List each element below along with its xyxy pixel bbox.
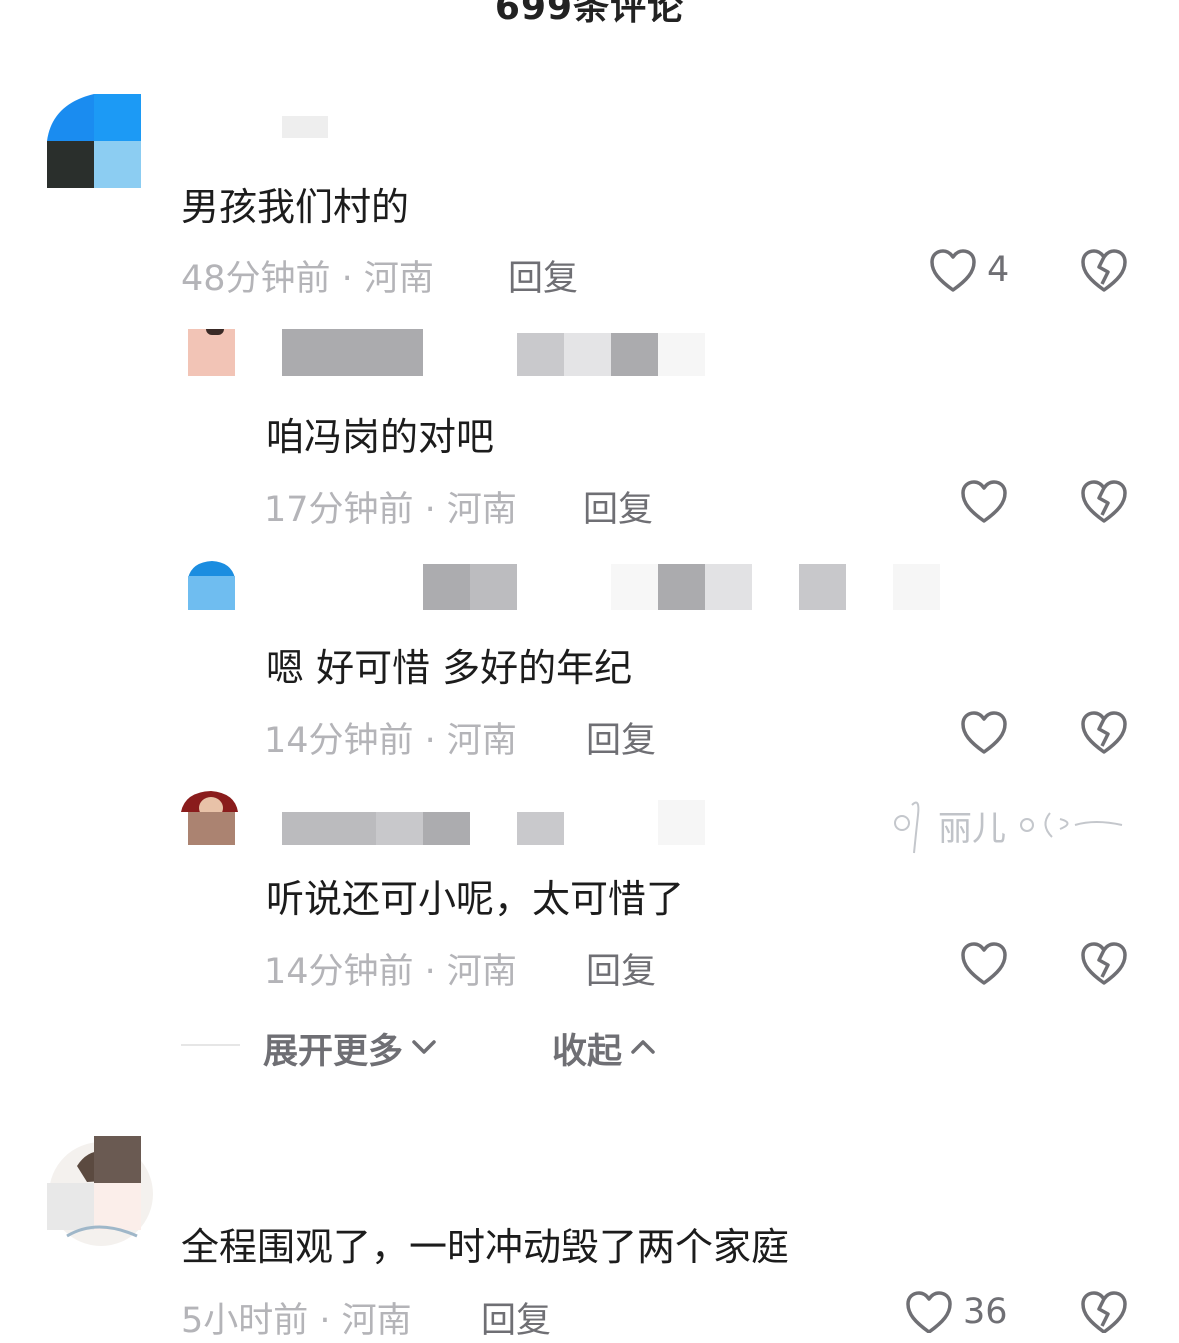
like-count: 36 [963,1292,1008,1332]
expand-more-button[interactable]: 展开更多 [263,1023,437,1074]
username-blur [658,800,705,845]
reply-text: 听说还可小呢，太可惜了 [266,877,685,921]
heart-outline-icon[interactable] [960,710,1008,756]
reply-avatar[interactable] [188,329,235,376]
comment-count-title: 699条评论 [494,0,685,28]
comment-text: 全程围观了，一时冲动毁了两个家庭 [181,1225,790,1269]
username-blur [282,812,376,845]
username-blur [564,333,611,376]
reply-button[interactable]: 回复 [586,712,656,763]
avatar[interactable] [47,94,141,188]
username-blur [799,564,846,610]
username-blur [470,564,517,610]
broken-heart-icon[interactable] [1080,1290,1128,1333]
reply-button[interactable]: 回复 [481,1292,551,1343]
username-blur [423,564,470,610]
heart-outline-icon[interactable] [960,479,1008,525]
reply-meta: 14分钟前 · 河南 [264,721,517,761]
watermark: 丽儿 [890,795,1125,859]
broken-heart-icon[interactable] [1080,941,1128,987]
comment-meta: 48分钟前 · 河南 [181,259,434,299]
watermark-text: 丽儿 [938,809,1006,849]
expand-more-label: 展开更多 [263,1032,404,1072]
username-blur [611,333,658,376]
username-blur [282,116,328,138]
username-blur [423,812,470,845]
heart-outline-icon[interactable] [960,941,1008,987]
reply-avatar[interactable] [181,790,238,845]
username-blur [658,333,705,376]
username-blur [376,812,423,845]
comment-meta: 5小时前 · 河南 [181,1301,412,1341]
reply-text: 嗯 好可惜 多好的年纪 [266,646,633,690]
username-blur [282,329,423,376]
reply-meta: 14分钟前 · 河南 [264,952,517,992]
reply-button[interactable]: 回复 [508,250,578,301]
heart-outline-icon[interactable] [929,248,977,294]
broken-heart-icon[interactable] [1080,248,1128,294]
collapse-label: 收起 [552,1032,623,1072]
reply-avatar[interactable] [188,560,235,610]
thread-divider [181,1044,240,1046]
like-count: 4 [987,250,1010,290]
reply-button[interactable]: 回复 [586,943,656,994]
broken-heart-icon[interactable] [1080,479,1128,525]
chevron-up-icon [630,1038,656,1060]
heart-outline-icon[interactable] [905,1290,953,1333]
collapse-button[interactable]: 收起 [552,1023,656,1074]
username-blur [705,564,752,610]
broken-heart-icon[interactable] [1080,710,1128,756]
reply-button[interactable]: 回复 [583,481,653,532]
chevron-down-icon [411,1038,437,1060]
username-blur [517,812,564,845]
username-blur [893,564,940,610]
avatar[interactable] [47,1136,155,1252]
username-blur [658,564,705,610]
username-blur [611,564,658,610]
reply-meta: 17分钟前 · 河南 [264,490,517,530]
username-blur [517,333,564,376]
comment-text: 男孩我们村的 [181,185,410,229]
reply-text: 咱冯岗的对吧 [266,415,495,459]
